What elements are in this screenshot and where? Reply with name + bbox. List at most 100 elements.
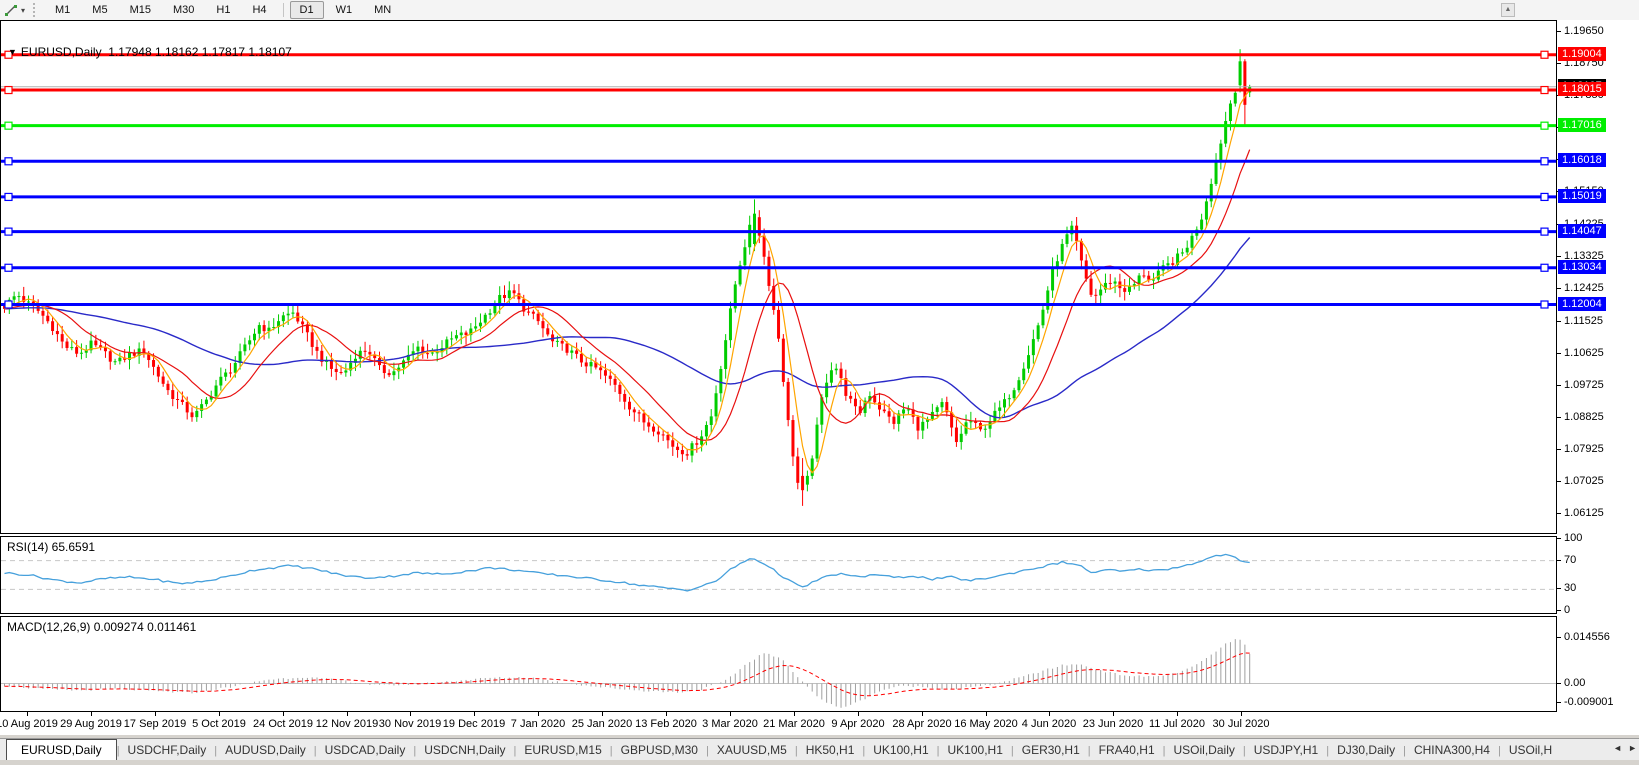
rsi-axis-tick xyxy=(1557,610,1561,611)
macd-axis-tick-label: 0.00 xyxy=(1564,677,1586,689)
timeframe-button-m5[interactable]: M5 xyxy=(82,1,117,19)
price-axis-tick xyxy=(1557,417,1561,418)
price-axis-tick-label: 1.11525 xyxy=(1564,315,1603,327)
date-axis-tick xyxy=(666,712,667,716)
chart-tab-uk100-h1[interactable]: UK100,H1 xyxy=(940,740,1011,761)
chart-tab-audusd-daily[interactable]: AUDUSD,Daily xyxy=(217,740,314,761)
timeframe-button-m1[interactable]: M1 xyxy=(45,1,80,19)
draw-tool-button[interactable]: ▾ xyxy=(0,1,29,19)
chart-tab-eurusd-daily[interactable]: EURUSD,Daily xyxy=(6,739,117,761)
date-axis-tick xyxy=(91,712,92,716)
level-price-label: 1.17016 xyxy=(1558,118,1606,132)
date-axis-tick xyxy=(986,712,987,716)
date-axis-label: 7 Jan 2020 xyxy=(510,718,566,730)
rsi-axis-tick-label: 0 xyxy=(1564,604,1571,616)
chevron-down-icon: ▾ xyxy=(21,5,26,15)
date-axis-label: 9 Apr 2020 xyxy=(831,718,885,730)
level-price-label: 1.13034 xyxy=(1558,260,1606,274)
chart-tab-fra40-h1[interactable]: FRA40,H1 xyxy=(1091,740,1163,761)
toolbar-grip[interactable] xyxy=(33,3,40,17)
date-axis-tick xyxy=(283,712,284,716)
rsi-line-chart xyxy=(1,553,1556,592)
timeframe-button-h1[interactable]: H1 xyxy=(206,1,240,19)
date-axis-tick xyxy=(602,712,603,716)
price-axis-tick xyxy=(1557,385,1561,386)
chart-tab-uk100-h1[interactable]: UK100,H1 xyxy=(865,740,936,761)
chart-title: ▼ EURUSD,Daily 1.17948 1.18162 1.17817 1.… xyxy=(8,45,292,59)
macd-histogram-chart xyxy=(1,639,1556,708)
tab-scroll-arrows: ◄ ► xyxy=(1607,743,1637,753)
chart-tab-usoil-h[interactable]: USOil,H xyxy=(1501,740,1560,761)
date-axis[interactable]: 10 Aug 2019 29 Aug 2019 17 Sep 2019 5 Oct 2… xyxy=(0,712,1557,735)
chart-ohlc-values: 1.17948 1.18162 1.17817 1.18107 xyxy=(108,45,292,59)
date-axis-label: 3 Mar 2020 xyxy=(702,718,758,730)
timeframe-button-h4[interactable]: H4 xyxy=(242,1,276,19)
collapse-chart-icon[interactable]: ▼ xyxy=(8,47,17,57)
macd-axis-tick-label: 0.014556 xyxy=(1564,631,1610,643)
candlestick-chart[interactable] xyxy=(1,21,1556,533)
date-axis-tick xyxy=(474,712,475,716)
date-axis-label: 4 Jun 2020 xyxy=(1021,718,1077,730)
timeframe-button-m15[interactable]: M15 xyxy=(120,1,161,19)
price-axis-tick xyxy=(1557,353,1561,354)
date-axis-label: 17 Sep 2019 xyxy=(123,718,187,730)
price-axis-tick xyxy=(1557,481,1561,482)
tab-scroll-left-button[interactable]: ◄ xyxy=(1613,743,1622,753)
date-axis-tick xyxy=(1049,712,1050,716)
date-axis-label: 19 Dec 2019 xyxy=(442,718,506,730)
toolbar-separator xyxy=(282,3,284,17)
price-axis-tick xyxy=(1557,256,1561,257)
date-axis-tick xyxy=(858,712,859,716)
timeframe-button-m30[interactable]: M30 xyxy=(163,1,204,19)
level-price-label: 1.18015 xyxy=(1558,82,1606,96)
price-axis-tick xyxy=(1557,513,1561,514)
mt4-chart-window: ▾ M1 M5 M15 M30 H1 H4 D1 W1 MN ▲ ▼ EURUSD,Daily 1… xyxy=(0,0,1639,765)
date-axis-label: 16 May 2020 xyxy=(954,718,1018,730)
price-axis-tick-label: 1.08825 xyxy=(1564,411,1604,423)
date-axis-tick xyxy=(1177,712,1178,716)
chart-tab-usdcad-daily[interactable]: USDCAD,Daily xyxy=(317,740,414,761)
rsi-axis-tick xyxy=(1557,538,1561,539)
level-price-label: 1.12004 xyxy=(1558,297,1606,311)
chart-tab-china300-h4[interactable]: CHINA300,H4 xyxy=(1406,740,1498,761)
timeframe-button-w1[interactable]: W1 xyxy=(326,1,363,19)
date-axis-label: 11 Jul 2020 xyxy=(1148,718,1206,730)
price-axis-tick-label: 1.10625 xyxy=(1564,347,1604,359)
tab-scroll-right-button[interactable]: ► xyxy=(1628,743,1637,753)
chart-tab-hk50-h1[interactable]: HK50,H1 xyxy=(798,740,863,761)
price-chart-pane[interactable]: ▼ EURUSD,Daily 1.17948 1.18162 1.17817 1.… xyxy=(0,20,1557,534)
chart-tab-gbpusd-m30[interactable]: GBPUSD,M30 xyxy=(613,740,706,761)
chart-tab-usdjpy-h1[interactable]: USDJPY,H1 xyxy=(1246,740,1326,761)
rsi-axis-tick-label: 30 xyxy=(1564,582,1577,594)
chart-tab-xauusd-m5[interactable]: XAUUSD,M5 xyxy=(709,740,795,761)
chart-tab-usdcnh-daily[interactable]: USDCNH,Daily xyxy=(416,740,513,761)
date-axis-tick xyxy=(1241,712,1242,716)
rsi-axis-tick-label: 100 xyxy=(1564,532,1583,544)
level-price-label: 1.19004 xyxy=(1558,47,1606,61)
price-axis-tick xyxy=(1557,31,1561,32)
rsi-indicator-pane[interactable]: RSI(14) 65.6591 xyxy=(0,536,1557,614)
price-axis-tick xyxy=(1557,449,1561,450)
timeframe-button-mn[interactable]: MN xyxy=(364,1,401,19)
date-axis-tick xyxy=(410,712,411,716)
chart-tab-dj30-daily[interactable]: DJ30,Daily xyxy=(1329,740,1403,761)
rsi-axis-tick xyxy=(1557,560,1561,561)
date-axis-label: 13 Feb 2020 xyxy=(635,718,697,730)
date-axis-label: 29 Aug 2019 xyxy=(60,718,122,730)
scroll-up-button[interactable]: ▲ xyxy=(1501,3,1515,17)
price-axis[interactable]: 1.196501.187501.178501.169501.160501.151… xyxy=(1557,20,1639,712)
price-axis-tick-label: 1.07925 xyxy=(1564,443,1604,455)
price-axis-tick-label: 1.07025 xyxy=(1564,475,1604,487)
date-axis-label: 28 Apr 2020 xyxy=(892,718,952,730)
macd-axis-tick xyxy=(1557,702,1561,703)
timeframe-button-d1[interactable]: D1 xyxy=(289,1,324,19)
macd-indicator-pane[interactable]: MACD(12,26,9) 0.009274 0.011461 xyxy=(0,616,1557,712)
chart-tab-eurusd-m15[interactable]: EURUSD,M15 xyxy=(516,740,609,761)
chart-tab-usoil-daily[interactable]: USOil,Daily xyxy=(1166,740,1243,761)
timeframe-toolbar: ▾ M1 M5 M15 M30 H1 H4 D1 W1 MN ▲ xyxy=(0,0,1639,21)
chart-tab-usdchf-daily[interactable]: USDCHF,Daily xyxy=(120,740,215,761)
date-axis-label: 21 Mar 2020 xyxy=(763,718,825,730)
chart-tab-ger30-h1[interactable]: GER30,H1 xyxy=(1014,740,1088,761)
status-strip xyxy=(0,760,1639,765)
date-axis-label: 25 Jan 2020 xyxy=(571,718,633,730)
